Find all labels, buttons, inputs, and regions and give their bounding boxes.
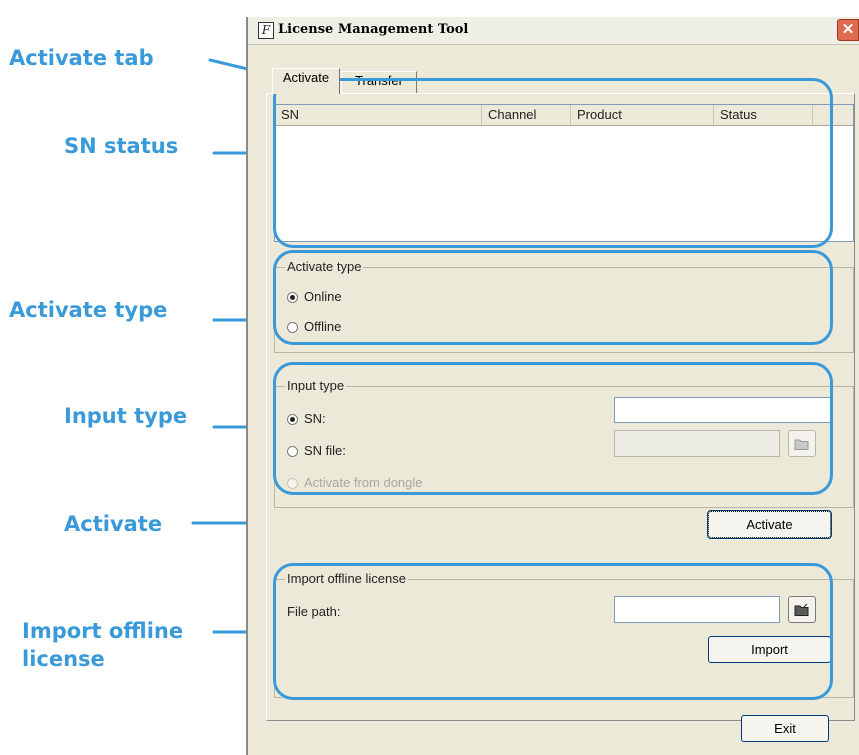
callout-activate-tab: Activate tab xyxy=(9,46,154,70)
file-path-input[interactable] xyxy=(614,596,780,623)
radio-sn[interactable]: SN: xyxy=(287,411,326,427)
column-header-product[interactable]: Product xyxy=(571,105,714,125)
activate-type-group: Activate type Online Offline xyxy=(274,259,854,353)
radio-online-label: Online xyxy=(304,289,342,304)
callout-import-offline-line1: Import offline xyxy=(22,619,184,643)
radio-online[interactable]: Online xyxy=(287,289,342,305)
file-path-browse-button[interactable] xyxy=(788,596,816,623)
folder-open-icon xyxy=(794,603,809,616)
radio-sn-file-indicator[interactable] xyxy=(287,446,298,457)
callout-sn-status: SN status xyxy=(64,134,179,158)
tab-transfer[interactable]: Transfer xyxy=(341,71,417,94)
activate-type-legend: Activate type xyxy=(285,259,364,275)
file-path-label: File path: xyxy=(287,604,341,619)
import-button[interactable]: Import xyxy=(708,636,831,663)
radio-dongle-label: Activate from dongle xyxy=(304,475,423,490)
callout-activate: Activate xyxy=(64,512,163,536)
import-offline-legend: Import offline license xyxy=(285,571,408,587)
exit-button[interactable]: Exit xyxy=(741,715,829,742)
radio-sn-file-label: SN file: xyxy=(304,443,346,458)
app-icon: F xyxy=(258,22,274,39)
sn-file-input xyxy=(614,430,780,457)
radio-sn-file[interactable]: SN file: xyxy=(287,443,346,459)
tab-activate[interactable]: Activate xyxy=(272,68,340,94)
window-title: License Management Tool xyxy=(278,22,469,37)
sn-status-list[interactable]: SN Channel Product Status xyxy=(274,104,854,242)
callout-input-type: Input type xyxy=(64,404,188,428)
sn-list-header: SN Channel Product Status xyxy=(275,105,853,126)
folder-open-icon xyxy=(794,439,809,450)
sn-input[interactable] xyxy=(614,397,831,423)
title-bar[interactable]: F License Management Tool ✕ xyxy=(248,17,859,45)
radio-dongle-indicator xyxy=(287,478,298,489)
activate-button[interactable]: Activate xyxy=(707,510,832,539)
close-icon[interactable]: ✕ xyxy=(837,19,859,41)
input-type-legend: Input type xyxy=(285,378,347,394)
radio-sn-indicator[interactable] xyxy=(287,414,298,425)
column-header-status[interactable]: Status xyxy=(714,105,813,125)
column-header-channel[interactable]: Channel xyxy=(482,105,571,125)
radio-activate-from-dongle: Activate from dongle xyxy=(287,475,423,491)
radio-online-indicator[interactable] xyxy=(287,292,298,303)
callout-activate-type: Activate type xyxy=(9,298,168,322)
radio-sn-label: SN: xyxy=(304,411,326,426)
radio-offline-label: Offline xyxy=(304,319,342,334)
callout-import-offline-line2: license xyxy=(22,647,105,671)
sn-file-browse-button xyxy=(788,430,816,457)
radio-offline[interactable]: Offline xyxy=(287,319,341,335)
column-header-sn[interactable]: SN xyxy=(275,105,482,125)
radio-offline-indicator[interactable] xyxy=(287,322,298,333)
license-management-window: F License Management Tool ✕ Activate Tra… xyxy=(246,17,859,755)
